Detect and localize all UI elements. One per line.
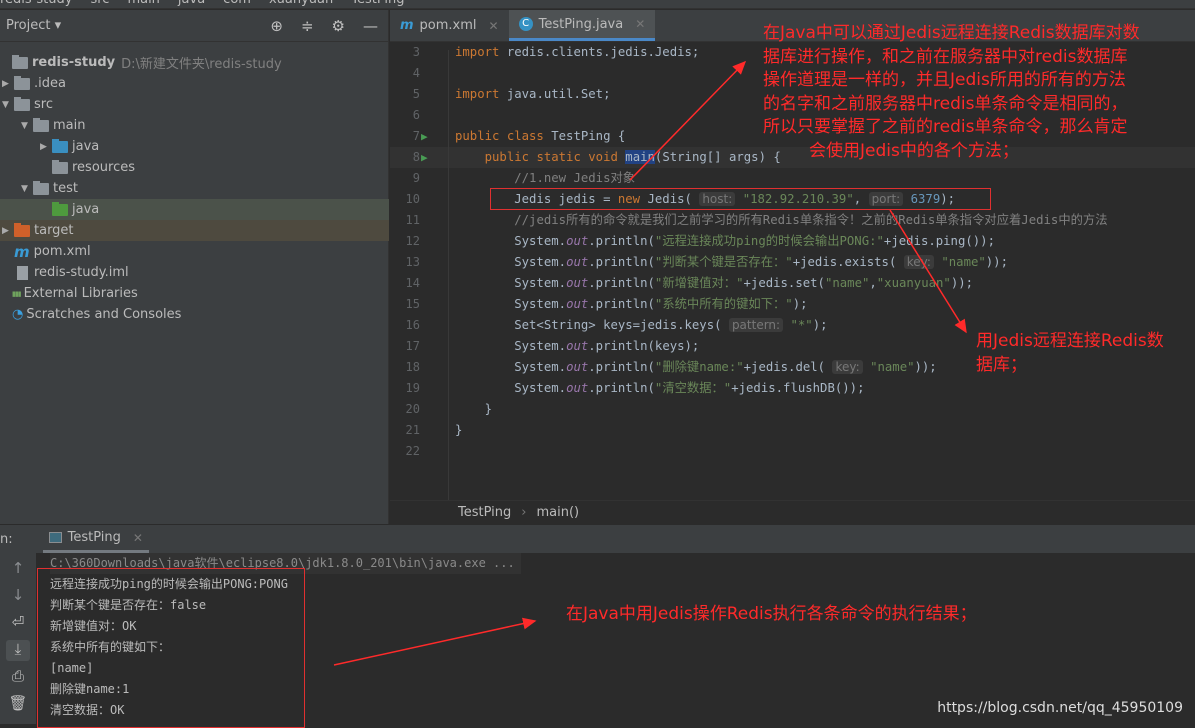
annotation-arrows	[333, 60, 967, 666]
watermark: https://blog.csdn.net/qq_45950109	[937, 700, 1183, 716]
arrow-to-top-note	[629, 60, 747, 181]
arrow-to-bottom-note	[333, 617, 537, 666]
arrow-to-middle-note	[889, 209, 967, 334]
